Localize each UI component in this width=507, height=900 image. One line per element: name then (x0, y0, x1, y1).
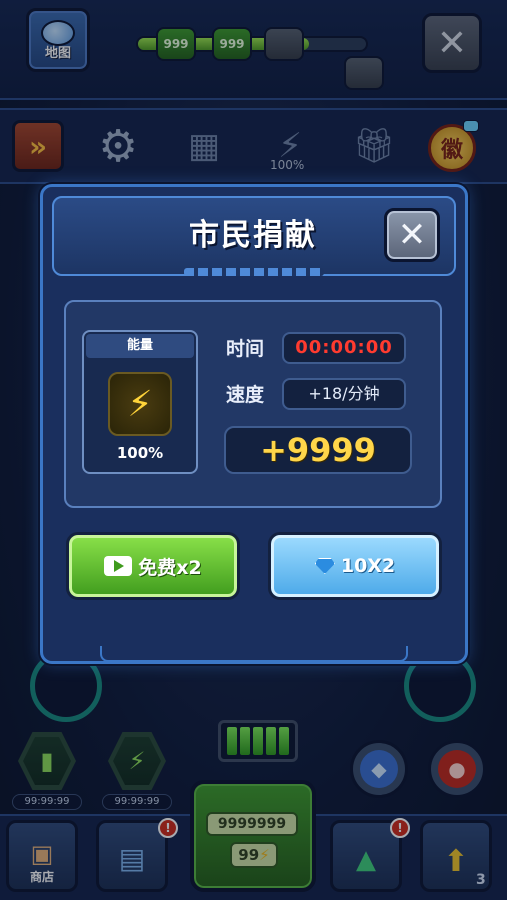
speed-label: 速度 (226, 384, 265, 406)
dialog-title: 市民捐献 (189, 218, 317, 253)
energy-percent: 100% (116, 444, 164, 462)
time-value: 00:00:00 (282, 332, 406, 364)
time-label: 时间 (226, 338, 265, 360)
video-icon (104, 556, 133, 576)
header-stripe (184, 268, 324, 276)
diamond-icon (314, 558, 335, 574)
speed-value: +18/分钟 (282, 378, 406, 410)
lightning-icon: ⚡ (108, 372, 172, 436)
close-icon[interactable]: ✕ (384, 208, 440, 262)
dialog-foot-tab (100, 646, 408, 662)
free-double-button[interactable]: 免费x2 (66, 532, 240, 600)
gem-button-label: 10X2 (340, 555, 396, 577)
gem-double-button[interactable]: 10X2 (268, 532, 442, 600)
energy-card-title: 能量 (86, 334, 194, 358)
reward-value: +9999 (224, 426, 412, 474)
free-button-label: 免费x2 (138, 556, 202, 579)
